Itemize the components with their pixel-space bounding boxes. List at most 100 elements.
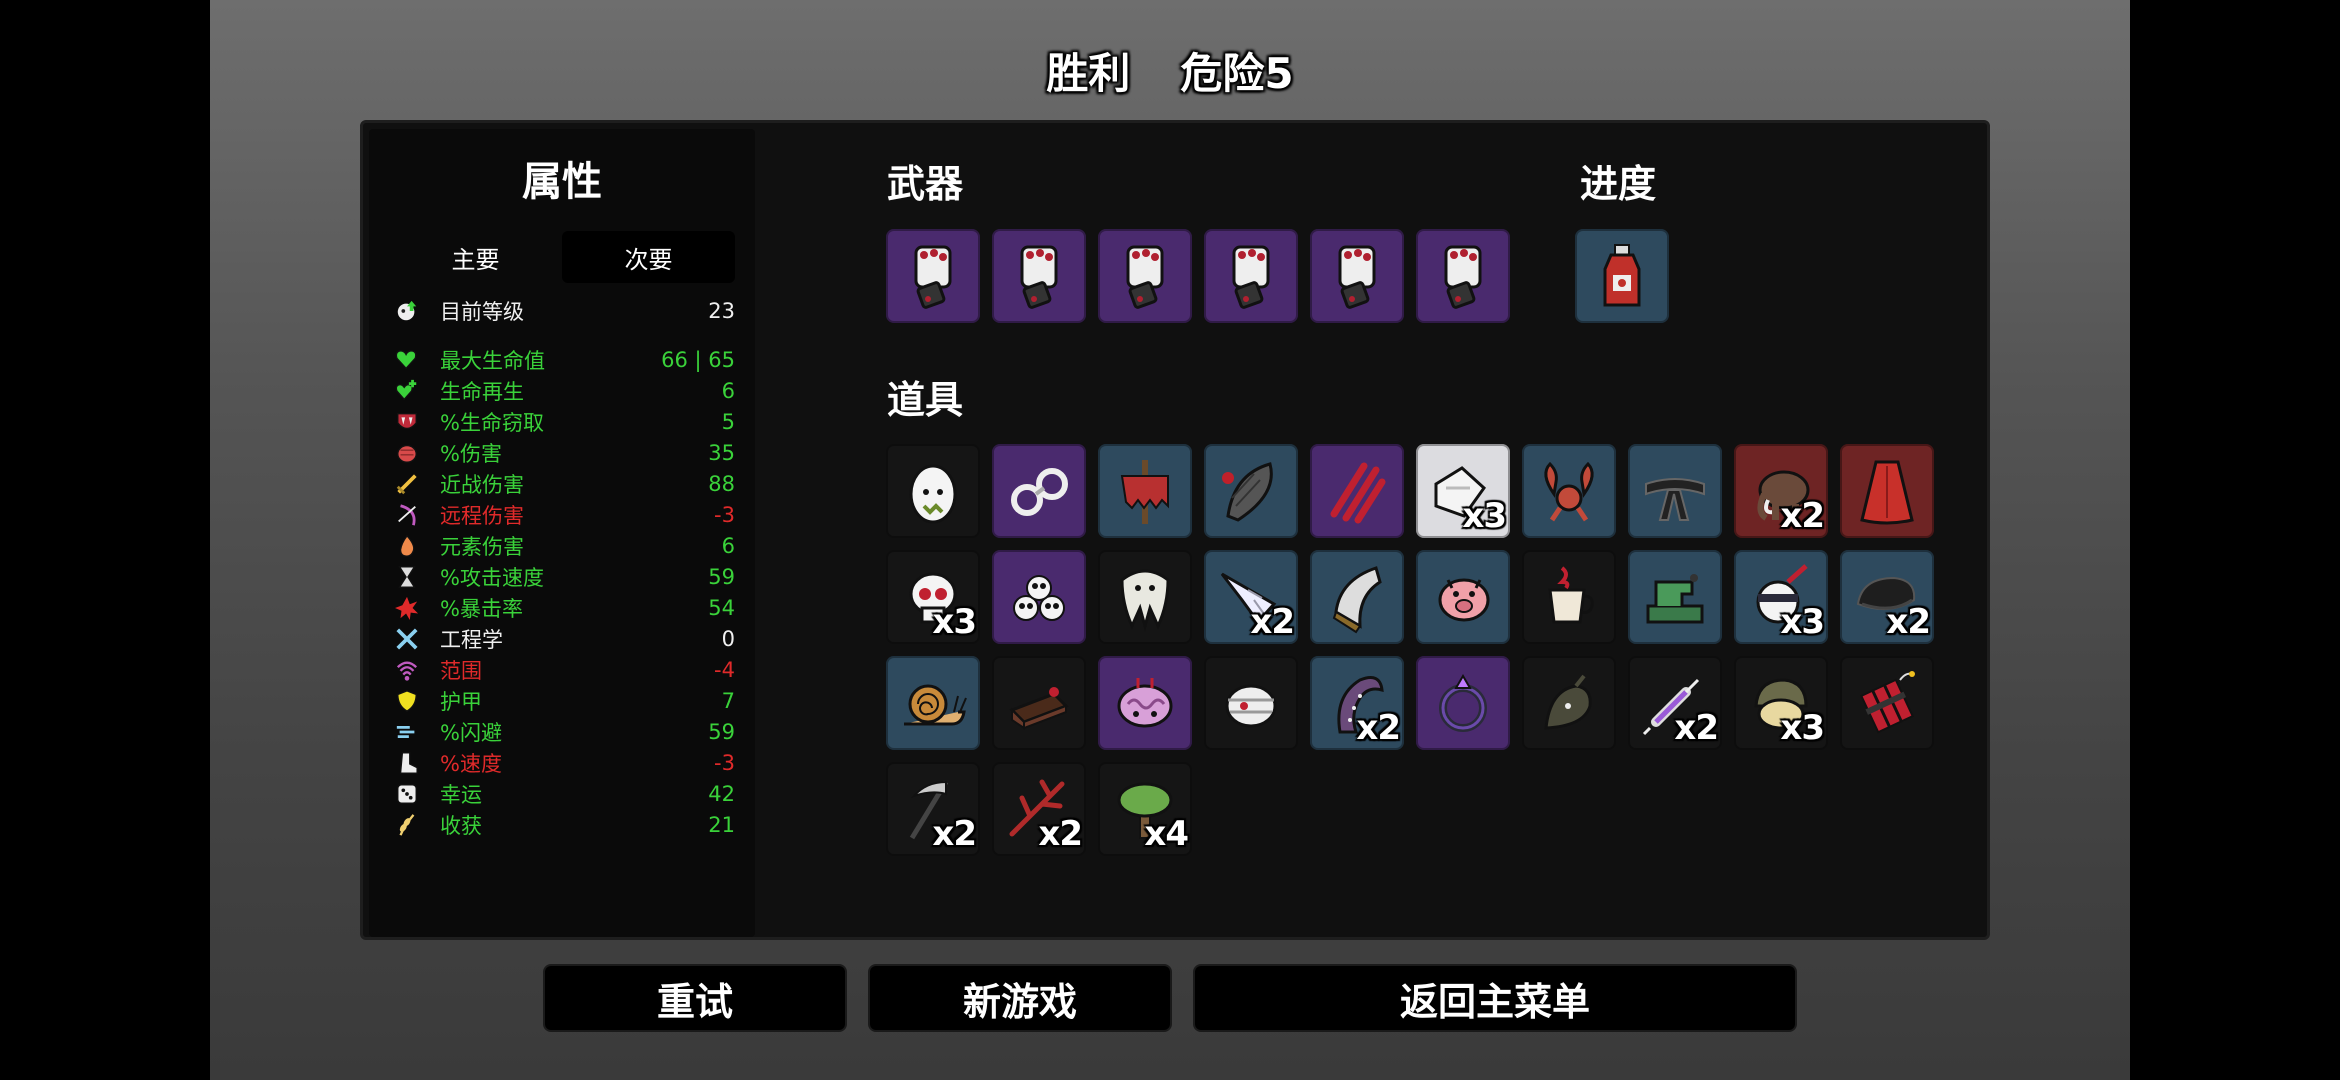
mummy-head-icon <box>1214 666 1288 740</box>
retry-button[interactable]: 重试 <box>545 966 845 1030</box>
stat-value: 21 <box>708 812 735 837</box>
snail-icon <box>896 666 970 740</box>
slot-mammoth[interactable]: x2 <box>1734 444 1828 538</box>
stat-label: %攻击速度 <box>440 565 544 590</box>
slot-mummy-head[interactable] <box>1204 656 1298 750</box>
stat-row-level: 目前等级 23 <box>369 295 755 326</box>
quantity-badge: x2 <box>1674 708 1719 748</box>
slot-brass-knuckles[interactable] <box>1416 229 1510 323</box>
slot-cast-arm[interactable]: x3 <box>1416 444 1510 538</box>
stat-value: 42 <box>708 781 735 806</box>
slot-claw-scratch[interactable] <box>1310 444 1404 538</box>
slot-scarecrow[interactable] <box>1098 444 1192 538</box>
main-menu-button[interactable]: 返回主菜单 <box>1195 966 1795 1030</box>
slot-blade-piece[interactable] <box>1310 550 1404 644</box>
crit-burst-icon <box>394 595 420 621</box>
hourglass-icon <box>394 564 420 590</box>
quantity-badge: x2 <box>1250 602 1295 642</box>
slot-brass-knuckles[interactable] <box>1098 229 1192 323</box>
slot-brass-knuckles[interactable] <box>886 229 980 323</box>
black-belt-icon <box>1638 454 1712 528</box>
slot-skull-pile[interactable] <box>992 550 1086 644</box>
quantity-badge: x4 <box>1144 814 1189 854</box>
slot-egg[interactable] <box>886 444 980 538</box>
slot-cake-slice[interactable] <box>992 656 1086 750</box>
slot-red-branch[interactable]: x2 <box>992 762 1086 856</box>
stat-value: 23 <box>708 298 735 323</box>
tab-secondary[interactable]: 次要 <box>562 231 735 283</box>
slot-handcuffs[interactable] <box>992 444 1086 538</box>
dynamite-icon <box>1850 666 1924 740</box>
slot-shard[interactable]: x2 <box>1204 550 1298 644</box>
slot-red-cape[interactable] <box>1840 444 1934 538</box>
egg-icon <box>896 454 970 528</box>
dodge-icon <box>394 719 420 745</box>
slot-black-belt[interactable] <box>1628 444 1722 538</box>
brass-knuckles-icon <box>1002 239 1076 313</box>
slot-ghost-blob[interactable] <box>1522 656 1616 750</box>
slot-ninja-ball[interactable]: x3 <box>1734 550 1828 644</box>
tab-primary[interactable]: 主要 <box>389 231 562 283</box>
slot-brass-knuckles[interactable] <box>1310 229 1404 323</box>
title-bar: 胜利 危险5 <box>210 40 2130 100</box>
stat-label: 近战伤害 <box>440 472 524 497</box>
stat-value: 59 <box>708 719 735 744</box>
bow-icon <box>394 502 420 528</box>
shield-icon <box>394 688 420 714</box>
slot-dynamite[interactable] <box>1840 656 1934 750</box>
stat-row: 远程伤害 -3 <box>369 499 755 530</box>
slot-scythe[interactable]: x2 <box>886 762 980 856</box>
slot-snail[interactable] <box>886 656 980 750</box>
brass-knuckles-icon <box>1320 239 1394 313</box>
slot-leech[interactable] <box>1204 444 1298 538</box>
stat-label: %伤害 <box>440 441 502 466</box>
brass-knuckles-icon <box>896 239 970 313</box>
stat-row: %生命窃取 5 <box>369 406 755 437</box>
handcuffs-icon <box>1002 454 1076 528</box>
quantity-badge: x2 <box>1780 496 1825 536</box>
items-title: 道具 <box>887 378 964 422</box>
stat-value: 54 <box>708 595 735 620</box>
brain-icon <box>1108 666 1182 740</box>
stat-value: 6 <box>721 533 735 558</box>
quantity-badge: x3 <box>1780 708 1825 748</box>
leech-icon <box>1214 454 1288 528</box>
cake-slice-icon <box>1002 666 1076 740</box>
new-game-button[interactable]: 新游戏 <box>870 966 1170 1030</box>
run-summary-panel: 属性 主要 次要 目前等级 23 最大生命值 66 | 65 生命再生 6 %生命窃取 5… <box>360 120 1990 940</box>
piggy-bank-icon <box>1426 560 1500 634</box>
slot-brass-knuckles[interactable] <box>992 229 1086 323</box>
slot-coffee-cup[interactable] <box>1522 550 1616 644</box>
slot-helmet-creature[interactable]: x3 <box>1734 656 1828 750</box>
stat-value: 35 <box>708 440 735 465</box>
stat-row: 元素伤害 6 <box>369 530 755 561</box>
stat-row: %暴击率 54 <box>369 592 755 623</box>
slot-tree[interactable]: x4 <box>1098 762 1192 856</box>
stat-value: 88 <box>708 471 735 496</box>
slot-sewing-machine[interactable] <box>1628 550 1722 644</box>
stat-label: 工程学 <box>440 627 503 652</box>
danger-text: 危险5 <box>1180 48 1294 98</box>
stat-value: -3 <box>714 750 735 775</box>
slot-brass-knuckles[interactable] <box>1204 229 1298 323</box>
ring-icon <box>1426 666 1500 740</box>
quantity-badge: x2 <box>932 814 977 854</box>
slot-black-beret[interactable]: x2 <box>1840 550 1934 644</box>
slot-ketchup-bottle[interactable] <box>1575 229 1669 323</box>
range-icon <box>394 657 420 683</box>
stat-label: 收获 <box>440 813 482 838</box>
slot-crab-claws[interactable] <box>1522 444 1616 538</box>
slot-brain[interactable] <box>1098 656 1192 750</box>
sewing-machine-icon <box>1638 560 1712 634</box>
stat-row: %闪避 59 <box>369 716 755 747</box>
stat-row: 范围 -4 <box>369 654 755 685</box>
quantity-badge: x2 <box>1038 814 1083 854</box>
stat-value: 7 <box>721 688 735 713</box>
slot-tooth[interactable] <box>1098 550 1192 644</box>
slot-skull[interactable]: x3 <box>886 550 980 644</box>
slot-syringe[interactable]: x2 <box>1628 656 1722 750</box>
stat-row: 最大生命值 66 | 65 <box>369 344 755 375</box>
slot-tentacle[interactable]: x2 <box>1310 656 1404 750</box>
slot-ring[interactable] <box>1416 656 1510 750</box>
slot-piggy-bank[interactable] <box>1416 550 1510 644</box>
